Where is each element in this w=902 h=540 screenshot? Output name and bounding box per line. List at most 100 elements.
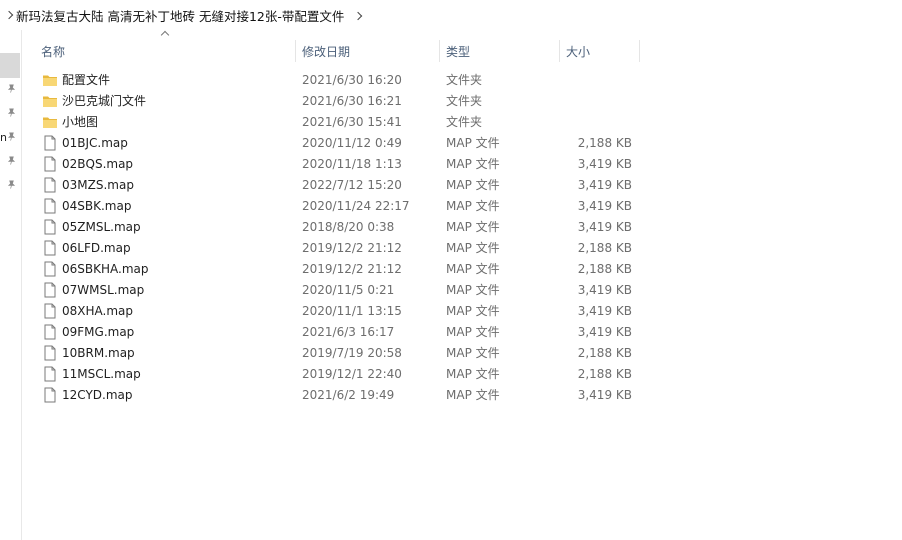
file-date: 2020/11/24 22:17: [302, 199, 410, 213]
file-date: 2020/11/18 1:13: [302, 157, 402, 171]
file-date: 2019/12/1 22:40: [302, 367, 402, 381]
file-name[interactable]: 12CYD.map: [62, 385, 132, 406]
file-name[interactable]: 07WMSL.map: [62, 280, 144, 301]
file-name[interactable]: 06LFD.map: [62, 238, 131, 259]
file-icon: [42, 261, 58, 277]
file-date: 2019/12/2 21:12: [302, 262, 402, 276]
file-row[interactable]: 07WMSL.map 2020/11/5 0:21 MAP 文件 3,419 K…: [0, 280, 902, 301]
file-row[interactable]: 06LFD.map 2019/12/2 21:12 MAP 文件 2,188 K…: [0, 238, 902, 259]
column-header-name[interactable]: 名称: [35, 38, 295, 64]
file-size: 2,188 KB: [577, 346, 632, 360]
file-icon: [42, 366, 58, 382]
file-icon: [42, 282, 58, 298]
file-name[interactable]: 04SBK.map: [62, 196, 131, 217]
file-type: 文件夹: [446, 115, 483, 129]
file-type: MAP 文件: [446, 283, 500, 297]
file-type: MAP 文件: [446, 388, 500, 402]
file-type: 文件夹: [446, 73, 483, 87]
file-date: 2020/11/12 0:49: [302, 136, 402, 150]
column-divider[interactable]: [639, 40, 640, 62]
folder-icon: [42, 72, 58, 88]
file-size: 3,419 KB: [577, 283, 632, 297]
column-header-size[interactable]: 大小: [560, 38, 639, 64]
column-header-date[interactable]: 修改日期: [296, 38, 439, 64]
file-name[interactable]: 11MSCL.map: [62, 364, 141, 385]
file-row[interactable]: 12CYD.map 2021/6/2 19:49 MAP 文件 3,419 KB: [0, 385, 902, 406]
file-list: 配置文件 2021/6/30 16:20 文件夹 沙巴克城门文件 2021/6/…: [0, 70, 902, 406]
file-date: 2021/6/30 16:20: [302, 73, 402, 87]
file-date: 2020/11/1 13:15: [302, 304, 402, 318]
file-name[interactable]: 配置文件: [62, 70, 110, 91]
file-size: 3,419 KB: [577, 220, 632, 234]
breadcrumb-path[interactable]: 新玛法复古大陆 高清无补丁地砖 无缝对接12张-带配置文件: [16, 6, 344, 25]
file-row[interactable]: 沙巴克城门文件 2021/6/30 16:21 文件夹: [0, 91, 902, 112]
file-type: MAP 文件: [446, 346, 500, 360]
file-type: MAP 文件: [446, 157, 500, 171]
file-size: [560, 112, 632, 133]
file-date: 2021/6/30 16:21: [302, 94, 402, 108]
file-date: 2021/6/3 16:17: [302, 325, 395, 339]
file-type: MAP 文件: [446, 199, 500, 213]
file-row[interactable]: 11MSCL.map 2019/12/1 22:40 MAP 文件 2,188 …: [0, 364, 902, 385]
file-size: 3,419 KB: [577, 178, 632, 192]
breadcrumb[interactable]: 新玛法复古大陆 高清无补丁地砖 无缝对接12张-带配置文件: [0, 0, 902, 30]
file-row[interactable]: 06SBKHA.map 2019/12/2 21:12 MAP 文件 2,188…: [0, 259, 902, 280]
file-row[interactable]: 05ZMSL.map 2018/8/20 0:38 MAP 文件 3,419 K…: [0, 217, 902, 238]
file-row[interactable]: 03MZS.map 2022/7/12 15:20 MAP 文件 3,419 K…: [0, 175, 902, 196]
file-row[interactable]: 10BRM.map 2019/7/19 20:58 MAP 文件 2,188 K…: [0, 343, 902, 364]
file-size: 2,188 KB: [577, 241, 632, 255]
column-header-type[interactable]: 类型: [440, 38, 559, 64]
file-icon: [42, 177, 58, 193]
file-size: 2,188 KB: [577, 262, 632, 276]
file-name[interactable]: 小地图: [62, 112, 98, 133]
file-type: MAP 文件: [446, 262, 500, 276]
file-icon: [42, 198, 58, 214]
file-name[interactable]: 06SBKHA.map: [62, 259, 148, 280]
file-icon: [42, 387, 58, 403]
file-size: 2,188 KB: [577, 367, 632, 381]
file-icon: [42, 303, 58, 319]
file-icon: [42, 240, 58, 256]
file-type: MAP 文件: [446, 241, 500, 255]
file-type: MAP 文件: [446, 304, 500, 318]
file-date: 2022/7/12 15:20: [302, 178, 402, 192]
file-size: 3,419 KB: [577, 304, 632, 318]
file-name[interactable]: 沙巴克城门文件: [62, 91, 146, 112]
file-type: MAP 文件: [446, 220, 500, 234]
file-icon: [42, 135, 58, 151]
file-row[interactable]: 04SBK.map 2020/11/24 22:17 MAP 文件 3,419 …: [0, 196, 902, 217]
folder-icon: [42, 93, 58, 109]
file-date: 2021/6/2 19:49: [302, 388, 395, 402]
file-row[interactable]: 配置文件 2021/6/30 16:20 文件夹: [0, 70, 902, 91]
file-icon: [42, 219, 58, 235]
file-name[interactable]: 02BQS.map: [62, 154, 133, 175]
file-type: MAP 文件: [446, 325, 500, 339]
file-date: 2019/7/19 20:58: [302, 346, 402, 360]
file-date: 2020/11/5 0:21: [302, 283, 395, 297]
file-date: 2018/8/20 0:38: [302, 220, 395, 234]
file-row[interactable]: 01BJC.map 2020/11/12 0:49 MAP 文件 2,188 K…: [0, 133, 902, 154]
chevron-left-icon[interactable]: [4, 10, 14, 20]
file-icon: [42, 345, 58, 361]
file-type: MAP 文件: [446, 178, 500, 192]
file-name[interactable]: 03MZS.map: [62, 175, 134, 196]
file-row[interactable]: 02BQS.map 2020/11/18 1:13 MAP 文件 3,419 K…: [0, 154, 902, 175]
file-name[interactable]: 10BRM.map: [62, 343, 135, 364]
file-size: [560, 70, 632, 91]
file-row[interactable]: 09FMG.map 2021/6/3 16:17 MAP 文件 3,419 KB: [0, 322, 902, 343]
column-header-bar: 名称 修改日期 类型 大小: [22, 30, 642, 64]
file-name[interactable]: 01BJC.map: [62, 133, 128, 154]
file-name[interactable]: 08XHA.map: [62, 301, 133, 322]
file-name[interactable]: 05ZMSL.map: [62, 217, 141, 238]
chevron-right-icon[interactable]: [354, 11, 363, 20]
file-row[interactable]: 小地图 2021/6/30 15:41 文件夹: [0, 112, 902, 133]
file-type: MAP 文件: [446, 367, 500, 381]
file-size: 2,188 KB: [577, 136, 632, 150]
file-row[interactable]: 08XHA.map 2020/11/1 13:15 MAP 文件 3,419 K…: [0, 301, 902, 322]
file-date: 2021/6/30 15:41: [302, 115, 402, 129]
folder-icon: [42, 114, 58, 130]
file-name[interactable]: 09FMG.map: [62, 322, 134, 343]
file-size: [560, 91, 632, 112]
file-icon: [42, 324, 58, 340]
file-size: 3,419 KB: [577, 388, 632, 402]
